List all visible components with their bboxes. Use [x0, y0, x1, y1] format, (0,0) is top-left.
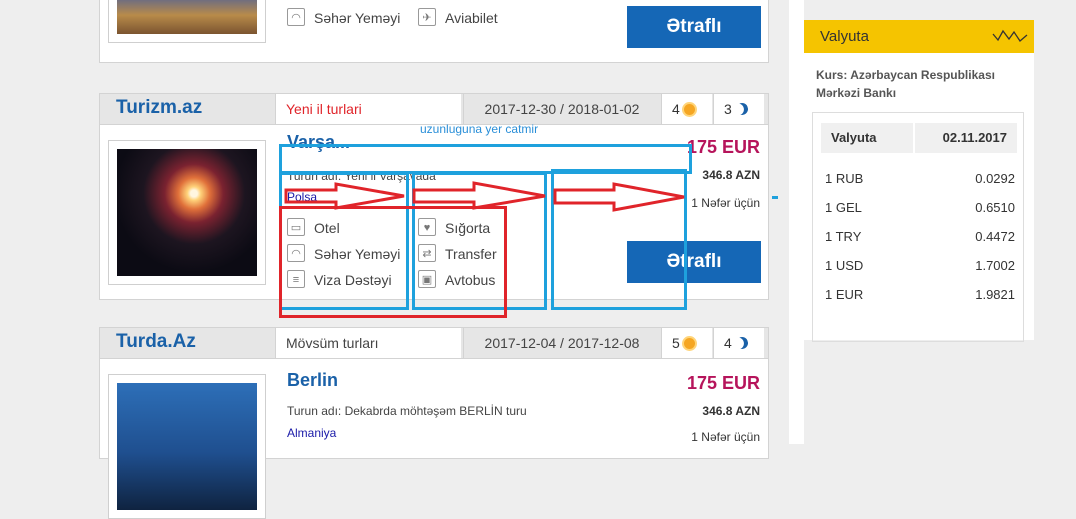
- rate-currency: 1 EUR: [825, 287, 864, 302]
- card-header: Turda.Az Mövsüm turları 2017-12-04 / 201…: [100, 328, 768, 359]
- tour-category[interactable]: Mövsüm turları: [275, 328, 461, 358]
- tour-name: Turun adı: Dekabrda möhtəşəm BERLİN turu: [287, 404, 527, 418]
- tour-country[interactable]: Almaniya: [287, 426, 336, 440]
- annotation-blue-box: [551, 169, 687, 310]
- currency-header: Valyuta: [804, 20, 1034, 53]
- moon-icon: [734, 335, 749, 350]
- annotation-note: uzunluguna yer catmir: [420, 122, 539, 136]
- feature-breakfast: Səhər Yeməyi: [287, 8, 400, 28]
- tour-category[interactable]: Yeni il turlari: [275, 94, 461, 124]
- tour-thumbnail[interactable]: [108, 0, 266, 43]
- card-header: Turizm.az Yeni il turlari 2017-12-30 / 2…: [100, 94, 768, 125]
- price-eur: 175 EUR: [686, 373, 760, 393]
- dish-icon: [287, 8, 305, 28]
- per-person: 1 Nəfər üçün: [691, 430, 760, 444]
- nights-value: 3: [724, 101, 732, 117]
- days-count: 5: [661, 328, 712, 358]
- tour-thumbnail[interactable]: [108, 374, 266, 519]
- agency-name[interactable]: Turizm.az: [116, 97, 202, 119]
- days-count: 4: [661, 94, 712, 124]
- price-azn: 346.8 AZN: [702, 168, 760, 182]
- price-eur: 175 EUR: [686, 137, 760, 157]
- bank-source: Kurs: Azərbaycan Respublikası Mərkəzi Ba…: [816, 68, 995, 100]
- currency-widget: Valyuta Kurs: Azərbaycan Respublikası Mə…: [804, 0, 1034, 444]
- chart-line-icon: [992, 29, 1028, 42]
- nights-count: 4: [713, 328, 764, 358]
- annotation-blue-dot: [772, 196, 778, 199]
- days-value: 4: [672, 101, 680, 117]
- rates-date: 02.11.2017: [942, 130, 1007, 145]
- plane-icon: [418, 8, 436, 28]
- rate-currency: 1 RUB: [825, 171, 864, 186]
- rate-currency: 1 USD: [825, 258, 864, 273]
- rate-value: 1.7002: [975, 258, 1015, 273]
- details-button[interactable]: Ətraflı: [627, 6, 761, 48]
- rate-row: 1 TRY 0.4472: [825, 229, 1015, 249]
- currency-title: Valyuta: [820, 28, 869, 45]
- rate-value: 0.4472: [975, 229, 1015, 244]
- sun-icon: [683, 338, 695, 349]
- tour-thumbnail[interactable]: [108, 140, 266, 285]
- moon-icon: [734, 101, 749, 116]
- tour-dates: 2017-12-30 / 2018-01-02: [463, 94, 660, 124]
- tour-image: [117, 149, 257, 276]
- price-azn: 346.8 AZN: [702, 404, 760, 418]
- feature-flight: Aviabilet: [418, 8, 498, 28]
- rate-value: 0.0292: [975, 171, 1015, 186]
- rate-value: 0.6510: [975, 200, 1015, 215]
- annotation-red-box: [279, 206, 507, 318]
- rate-row: 1 RUB 0.0292: [825, 171, 1015, 191]
- rate-row: 1 USD 1.7002: [825, 258, 1015, 278]
- tour-image: [117, 0, 257, 34]
- sun-icon: [683, 104, 695, 115]
- tour-card-top: Səhər Yeməyi Aviabilet Ətraflı: [99, 0, 769, 63]
- divider: [913, 123, 915, 153]
- nights-count: 3: [713, 94, 764, 124]
- rates-header: Valyuta 02.11.2017: [821, 123, 1017, 153]
- feature-label: Səhər Yeməyi: [314, 10, 401, 26]
- tour-card: Turda.Az Mövsüm turları 2017-12-04 / 201…: [99, 327, 769, 519]
- rate-currency: 1 GEL: [825, 200, 862, 215]
- rates-col-currency: Valyuta: [831, 130, 877, 145]
- per-person: 1 Nəfər üçün: [691, 196, 760, 210]
- rates-table: Valyuta 02.11.2017 1 RUB 0.0292 1 GEL 0.65…: [812, 112, 1024, 342]
- rate-value: 1.9821: [975, 287, 1015, 302]
- days-value: 5: [672, 335, 680, 351]
- feature-label: Aviabilet: [445, 10, 498, 26]
- tour-image: [117, 383, 257, 510]
- rate-row: 1 EUR 1.9821: [825, 287, 1015, 307]
- tour-dates: 2017-12-04 / 2017-12-08: [463, 328, 660, 358]
- tour-title[interactable]: Berlin: [287, 370, 338, 391]
- rate-row: 1 GEL 0.6510: [825, 200, 1015, 220]
- currency-box: Valyuta Kurs: Azərbaycan Respublikası Mə…: [804, 20, 1034, 342]
- nights-value: 4: [724, 335, 732, 351]
- agency-name[interactable]: Turda.Az: [116, 331, 196, 353]
- rate-currency: 1 TRY: [825, 229, 862, 244]
- sidebar-gutter: [789, 0, 805, 444]
